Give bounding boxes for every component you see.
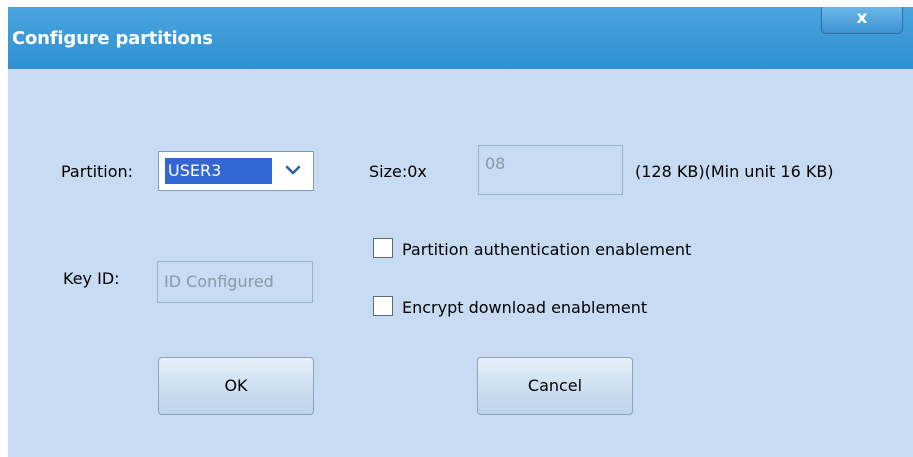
partition-select[interactable]: USER3 [158,151,314,191]
size-input[interactable]: 08 [478,145,623,195]
dialog-title: Configure partitions [12,28,213,49]
size-label: Size:0x [369,162,427,181]
ok-button-label: OK [224,376,248,395]
partition-label: Partition: [61,162,134,181]
cancel-button[interactable]: Cancel [477,357,633,415]
close-icon: x [856,8,868,28]
close-button[interactable]: x [821,7,903,34]
key-id-value: ID Configured [164,272,274,291]
partition-auth-checkbox[interactable] [373,238,393,258]
ok-button[interactable]: OK [158,357,314,415]
partition-auth-label[interactable]: Partition authentication enablement [402,240,691,259]
chevron-down-icon[interactable] [285,160,301,180]
size-note: (128 KB)(Min unit 16 KB) [635,162,834,181]
encrypt-download-label[interactable]: Encrypt download enablement [402,298,647,317]
title-bar: Configure partitions x [8,7,913,69]
configure-partitions-dialog: Configure partitions x Partition: USER3 … [8,7,913,457]
encrypt-download-checkbox[interactable] [373,296,393,316]
partition-selected-value: USER3 [165,158,272,184]
size-value: 08 [485,154,506,173]
key-id-label: Key ID: [63,269,120,288]
cancel-button-label: Cancel [527,376,583,395]
key-id-input[interactable]: ID Configured [157,261,313,303]
